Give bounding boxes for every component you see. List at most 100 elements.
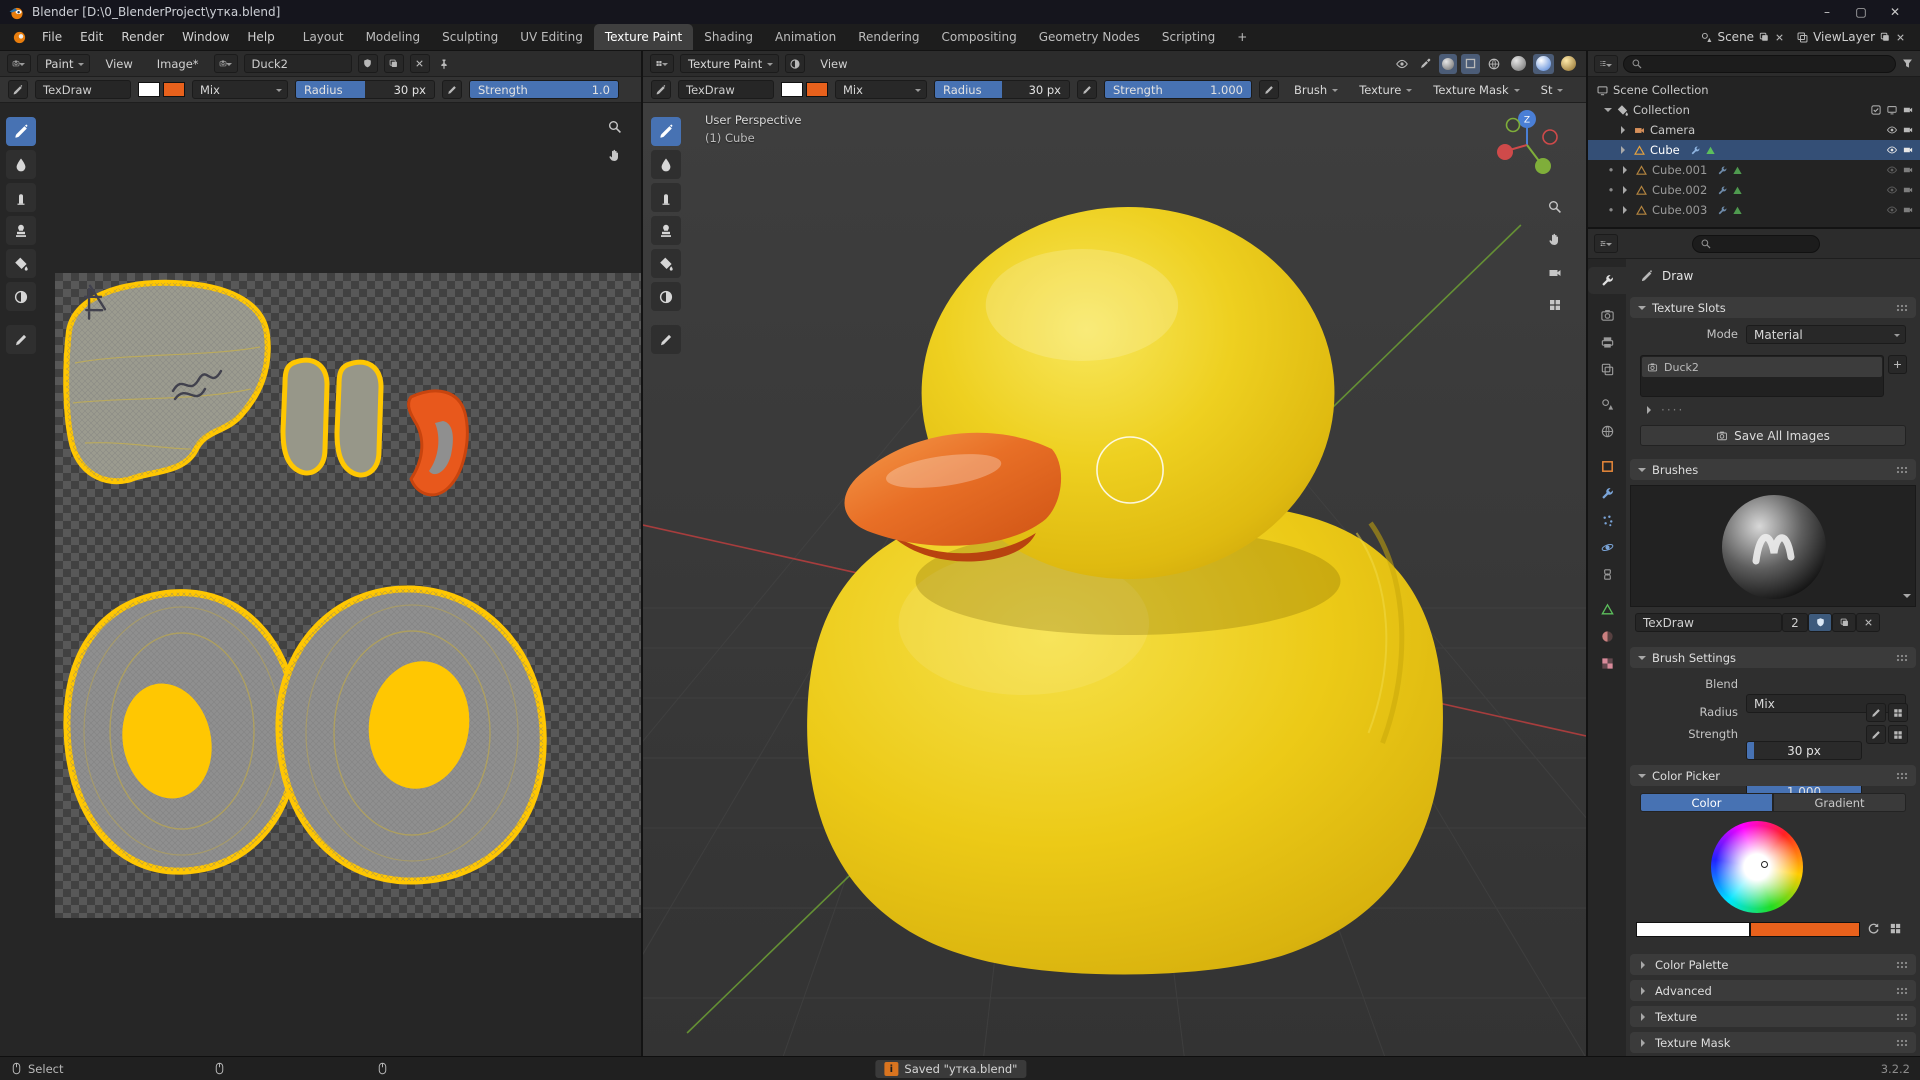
add-workspace-button[interactable]: + [1226,24,1258,50]
properties-tab-scene[interactable] [1588,391,1626,418]
properties-tab-object[interactable] [1588,453,1626,480]
stroke-popover[interactable]: St [1533,80,1570,99]
checkbox-icon[interactable] [1870,104,1882,116]
radius-unified-toggle[interactable] [1888,703,1908,722]
texture-slot-list[interactable]: Duck2 [1640,355,1884,397]
tool-draw[interactable] [651,117,681,146]
radius-slider[interactable]: 30 px [1746,741,1862,760]
image-fake-user-button[interactable] [358,54,378,73]
menu-render[interactable]: Render [112,24,173,50]
tool-annotate[interactable] [651,325,681,354]
secondary-color-swatch[interactable] [1750,922,1860,937]
properties-tab-view-layer[interactable] [1588,356,1626,383]
panel-color-picker[interactable]: Color Picker [1630,765,1916,786]
tool-draw[interactable] [6,117,36,146]
close-button[interactable]: ✕ [1878,0,1912,24]
color-wheel[interactable] [1711,821,1803,913]
menu-window[interactable]: Window [173,24,238,50]
tab-modeling[interactable]: Modeling [355,24,432,50]
tab-layout[interactable]: Layout [292,24,355,50]
secondary-color-swatch[interactable] [163,82,185,97]
expand-icon[interactable] [1604,108,1612,116]
outliner-search-input[interactable] [1623,55,1896,73]
expand-icon[interactable] [1623,186,1631,194]
viewport-canvas[interactable]: User Perspective (1) Cube [643,103,1586,1056]
viewport-ortho-control[interactable] [1543,293,1567,317]
radius-slider[interactable]: Radius 30 px [295,80,435,99]
strength-slider[interactable]: Strength 1.0 [469,80,619,99]
outliner-filter-button[interactable] [1901,57,1914,70]
tab-geometry-nodes[interactable]: Geometry Nodes [1028,24,1151,50]
tab-shading[interactable]: Shading [693,24,764,50]
eye-icon[interactable] [1886,124,1898,136]
brush-fake-user-button[interactable] [1808,613,1832,632]
panel-texture[interactable]: Texture [1630,1006,1916,1027]
tab-animation[interactable]: Animation [764,24,847,50]
navigation-gizmo[interactable]: Z [1491,107,1563,179]
image-image-menu[interactable]: Image* [148,51,208,76]
image-unlink-button[interactable] [410,54,430,73]
properties-search-input[interactable] [1692,235,1820,253]
image-browse-button[interactable] [214,54,238,73]
color-options-button[interactable] [1888,921,1903,936]
tool-mask[interactable] [651,282,681,311]
xray-toggle[interactable] [1461,54,1480,74]
properties-tab-physics[interactable] [1588,534,1626,561]
outliner-row-cube-003[interactable]: • Cube.003 [1588,200,1920,220]
texture-slot-mode-select[interactable]: Material [1746,325,1906,344]
color-wheel-cursor[interactable] [1761,861,1768,868]
shading-rendered-button[interactable] [1558,54,1579,74]
gradient-mode-button[interactable]: Gradient [1773,793,1906,812]
maximize-button[interactable]: ▢ [1844,0,1878,24]
remove-viewlayer-icon[interactable] [1895,32,1906,43]
texture-popover[interactable]: Texture [1351,80,1418,99]
outliner-row-cube-002[interactable]: • Cube.002 [1588,180,1920,200]
tool-fill[interactable] [6,249,36,278]
editor-type-select[interactable] [7,54,31,73]
properties-tab-tool[interactable] [1588,267,1626,294]
tool-clone[interactable] [651,216,681,245]
expand-icon[interactable] [1621,126,1629,134]
new-viewlayer-icon[interactable] [1879,31,1891,43]
tab-rendering[interactable]: Rendering [847,24,930,50]
brush-select-chevron-icon[interactable] [1903,594,1911,602]
tool-annotate[interactable] [6,325,36,354]
tool-smear[interactable] [651,183,681,212]
outliner-row-scene-collection[interactable]: Scene Collection [1588,80,1920,100]
panel-advanced[interactable]: Advanced [1630,980,1916,1001]
panel-brush-settings[interactable]: Brush Settings [1630,647,1916,668]
brush-icon-button[interactable] [8,80,28,99]
render-visibility-icon[interactable] [1902,164,1914,176]
eye-icon[interactable] [1886,184,1898,196]
radius-pressure-toggle[interactable] [1077,80,1097,99]
strength-pressure-toggle[interactable] [1259,80,1279,99]
tab-uv-editing[interactable]: UV Editing [509,24,594,50]
save-all-images-button[interactable]: Save All Images [1640,425,1906,446]
eye-icon[interactable] [1886,164,1898,176]
unlink-scene-icon[interactable] [1774,32,1785,43]
brush-name-field[interactable]: TexDraw [1635,613,1782,632]
primary-color-swatch[interactable] [781,82,803,97]
blend-mode-select[interactable]: Mix [835,80,927,99]
outliner-row-camera[interactable]: Camera [1588,120,1920,140]
tool-mask[interactable] [6,282,36,311]
brush-preview[interactable] [1630,485,1916,607]
expand-icon[interactable] [1623,206,1631,214]
viewport-mode-select[interactable]: Texture Paint [680,54,779,73]
tab-texture-paint[interactable]: Texture Paint [594,24,693,50]
overlays-toggle[interactable] [1439,54,1457,74]
uv-image-canvas[interactable] [55,273,641,918]
viewport-pan-control[interactable] [1543,227,1567,251]
image-pan-control[interactable] [603,143,627,167]
visibility-dropdown[interactable] [1392,54,1412,74]
expand-icon[interactable] [1621,146,1629,154]
tool-soften[interactable] [651,150,681,179]
texture-mask-popover[interactable]: Texture Mask [1425,80,1525,99]
viewport-view-menu[interactable]: View [811,51,856,76]
tool-fill[interactable] [651,249,681,278]
render-camera-icon[interactable] [1902,104,1914,116]
render-visibility-icon[interactable] [1902,144,1914,156]
image-name-field[interactable]: Duck2 [244,54,352,73]
brush-icon-button[interactable] [651,80,671,99]
brush-name-field[interactable]: TexDraw [678,80,774,99]
